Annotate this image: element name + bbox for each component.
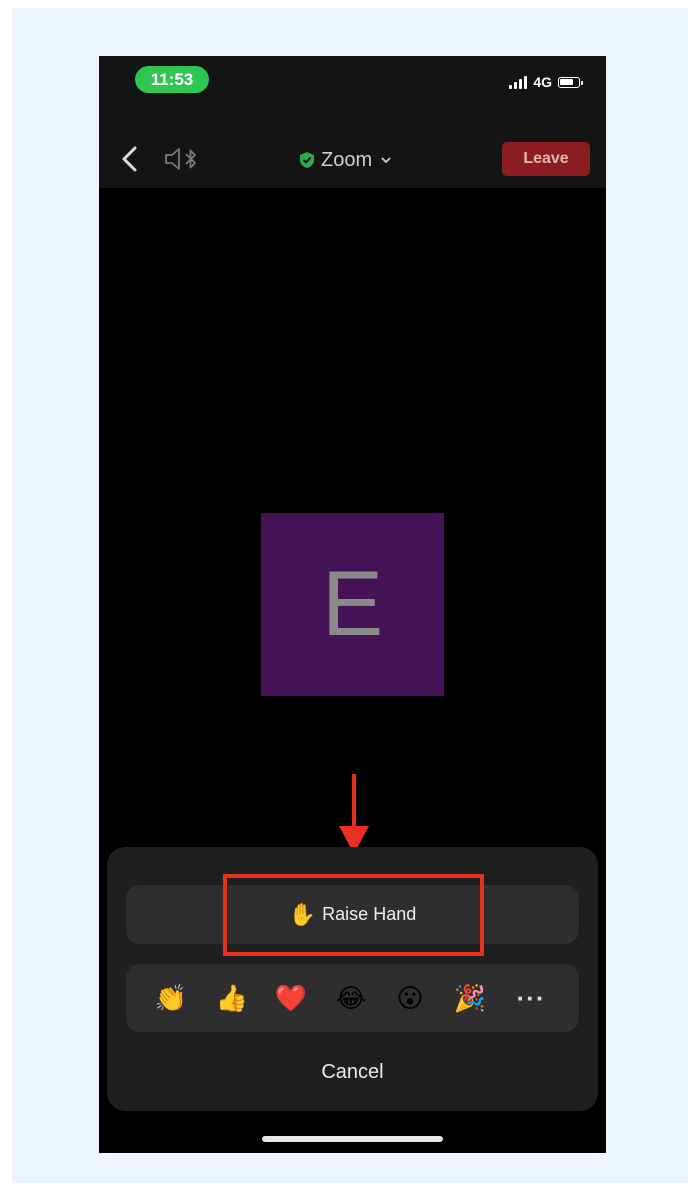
status-bar: 11:53 4G <box>99 56 606 116</box>
reaction-sheet: ✋ Raise Hand 👏 👍 ❤️ 😂 😮 🎉 ··· Cancel <box>107 847 598 1111</box>
raised-hand-icon: ✋ <box>288 901 317 927</box>
chevron-left-icon[interactable] <box>119 144 141 174</box>
annotation-arrow-icon <box>339 774 369 854</box>
reaction-bar: 👏 👍 ❤️ 😂 😮 🎉 ··· <box>126 964 579 1032</box>
reaction-clap-icon[interactable]: 👏 <box>151 964 191 1032</box>
reaction-heart-icon[interactable]: ❤️ <box>271 964 311 1032</box>
shield-check-icon <box>300 152 314 168</box>
status-indicators: 4G <box>509 72 583 92</box>
meeting-title-label: Zoom <box>321 148 373 171</box>
raise-hand-button[interactable]: ✋ Raise Hand <box>126 885 579 944</box>
reaction-laughing-icon[interactable]: 😂 <box>331 964 371 1032</box>
leave-button[interactable]: Leave <box>502 142 590 176</box>
raise-hand-label: Raise Hand <box>322 904 417 924</box>
reaction-thumbs-up-icon[interactable]: 👍 <box>212 964 252 1032</box>
reaction-surprised-icon[interactable]: 😮 <box>390 964 430 1032</box>
reaction-party-icon[interactable]: 🎉 <box>450 964 490 1032</box>
home-indicator[interactable] <box>262 1136 443 1142</box>
more-reactions-icon[interactable]: ··· <box>511 964 551 1032</box>
cellular-signal-icon <box>509 75 528 89</box>
speaker-bluetooth-icon[interactable] <box>164 146 202 172</box>
status-time: 11:53 <box>135 66 209 93</box>
battery-icon <box>558 76 583 88</box>
participant-avatar: E <box>261 513 444 696</box>
cancel-button[interactable]: Cancel <box>126 1047 579 1097</box>
chevron-down-icon <box>381 157 391 164</box>
meeting-title[interactable]: Zoom <box>299 147 392 173</box>
phone-screen: 11:53 4G Zoom Leave E ✋ Raise Hand 👏 👍 ❤… <box>99 56 606 1153</box>
network-type: 4G <box>533 74 552 90</box>
